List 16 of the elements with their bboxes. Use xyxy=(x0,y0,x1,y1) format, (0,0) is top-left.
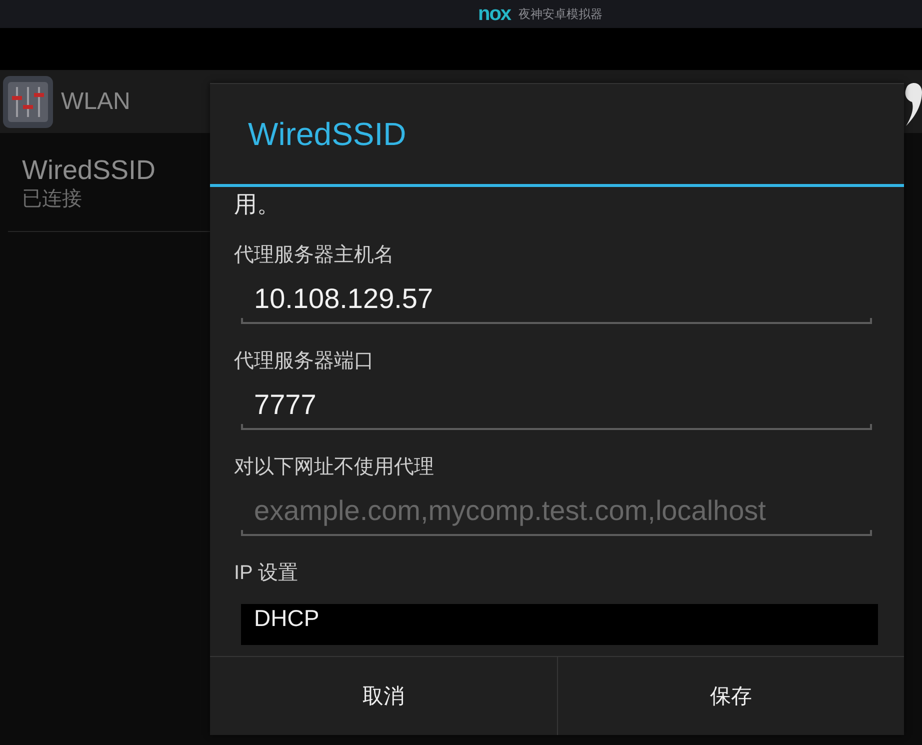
field-label: 代理服务器主机名 xyxy=(234,243,394,268)
app-title: 夜神安卓模拟器 xyxy=(518,7,603,21)
field-label: IP 设置 xyxy=(234,561,298,586)
network-name[interactable]: WiredSSID xyxy=(22,154,210,186)
logo-text: nox xyxy=(478,4,511,24)
field-label: 对以下网址不使用代理 xyxy=(234,455,434,480)
dialog-title: WiredSSID xyxy=(248,116,406,152)
field-label: 代理服务器端口 xyxy=(234,349,374,374)
dialog-button[interactable]: 取消 xyxy=(210,657,556,735)
network-status: 已连接 xyxy=(22,187,83,212)
action-bar-title: WLAN xyxy=(61,88,130,116)
truncated-text: 用。 xyxy=(234,190,280,218)
sliders-icon[interactable] xyxy=(3,76,53,128)
ip-settings-dropdown[interactable]: DHCP xyxy=(241,604,878,645)
dialog-button[interactable]: 保存 xyxy=(556,657,904,735)
quote-mark-icon xyxy=(904,82,922,127)
